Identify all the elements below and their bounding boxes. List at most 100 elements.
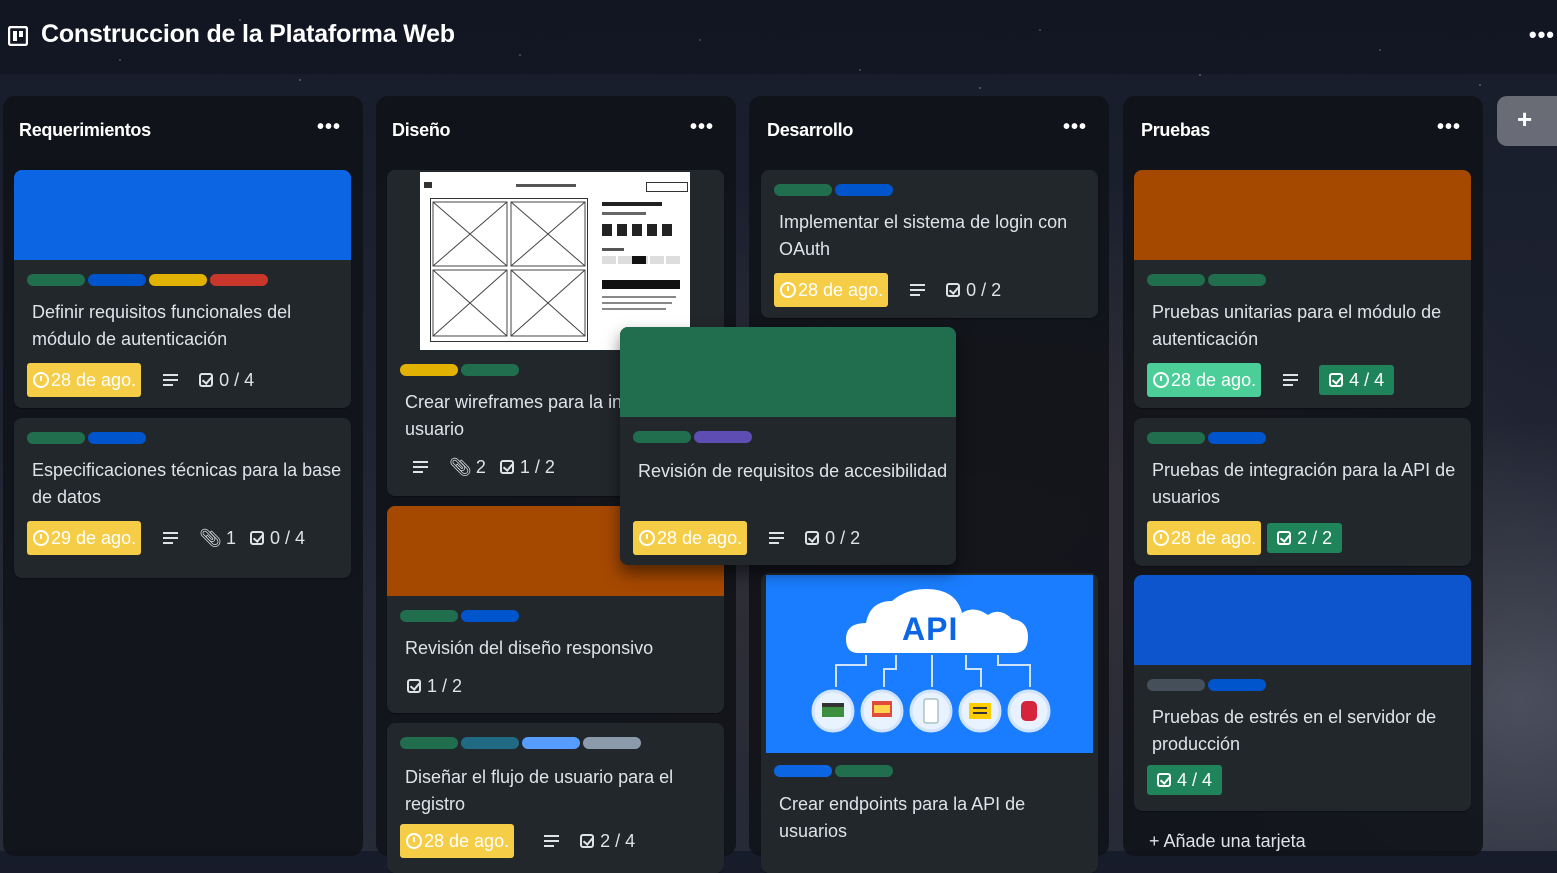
card[interactable]: Definir requisitos funcionales del módul…: [14, 170, 351, 408]
label-green[interactable]: [1147, 274, 1205, 286]
card[interactable]: Pruebas de integración para la API de us…: [1134, 418, 1471, 566]
add-list-button[interactable]: +: [1497, 96, 1557, 146]
card-title: Especificaciones técnicas para la base d…: [32, 460, 342, 507]
due-date-badge[interactable]: 29 de ago.: [27, 521, 142, 555]
card-labels: [633, 431, 755, 443]
label-green[interactable]: [27, 432, 85, 444]
due-date-badge[interactable]: 28 de ago.: [633, 521, 748, 555]
card-badges: 28 de ago. 2 / 4: [400, 824, 635, 858]
list-menu-button[interactable]: •••: [1063, 116, 1087, 139]
card-cover-api-image: API: [761, 573, 1098, 753]
checklist-icon: [1277, 531, 1292, 545]
label-blue[interactable]: [461, 610, 519, 622]
checklist-badge: 0 / 2: [805, 528, 860, 549]
label-blue[interactable]: [835, 184, 893, 196]
card-labels: [774, 765, 896, 777]
description-icon: [1283, 373, 1299, 387]
card-labels: [27, 432, 149, 444]
clock-icon: [780, 282, 796, 298]
label-sky[interactable]: [522, 737, 580, 749]
label-green[interactable]: [774, 184, 832, 196]
label-blue[interactable]: [774, 765, 832, 777]
card-badges: 28 de ago. 2 / 2: [1147, 521, 1343, 555]
label-green[interactable]: [400, 610, 458, 622]
label-blue[interactable]: [1208, 679, 1266, 691]
board-icon: [8, 26, 28, 46]
card-title: Revisión de requisitos de accesibilidad: [638, 461, 948, 481]
checklist-icon: [580, 834, 595, 848]
due-date-badge[interactable]: 28 de ago.: [1147, 521, 1262, 555]
card-cover: [1134, 170, 1471, 260]
add-card-button[interactable]: + Añade una tarjeta: [1149, 831, 1306, 852]
due-date-badge[interactable]: 28 de ago.: [1147, 363, 1262, 397]
card-title: Pruebas unitarias para el módulo de aute…: [1152, 302, 1442, 349]
description-icon: [163, 373, 179, 387]
card[interactable]: API Crear endpoints para la API de usuar…: [761, 573, 1098, 873]
card-cover: [1134, 575, 1471, 665]
due-date-badge[interactable]: 28 de ago.: [27, 363, 142, 397]
label-green[interactable]: [461, 364, 519, 376]
list-title[interactable]: Desarrollo: [767, 120, 853, 141]
list-title[interactable]: Diseño: [392, 120, 451, 141]
list-menu-button[interactable]: •••: [317, 116, 341, 139]
label-green[interactable]: [27, 274, 85, 286]
label-green[interactable]: [400, 737, 458, 749]
card-labels: [1147, 432, 1269, 444]
due-date-badge[interactable]: 28 de ago.: [400, 824, 515, 858]
card[interactable]: Pruebas unitarias para el módulo de aute…: [1134, 170, 1471, 408]
list-menu-button[interactable]: •••: [1437, 116, 1461, 139]
label-red[interactable]: [210, 274, 268, 286]
card-badges: 28 de ago. 4 / 4: [1147, 363, 1395, 397]
label-green[interactable]: [1208, 274, 1266, 286]
checklist-icon: [805, 531, 820, 545]
label-purple[interactable]: [694, 431, 752, 443]
due-date-badge[interactable]: 28 de ago.: [774, 273, 889, 307]
card-badges: 📎︎ 2 1 / 2: [400, 450, 555, 484]
attachment-badge: 📎︎ 2: [449, 456, 486, 477]
card-badges: 28 de ago. 0 / 4: [27, 363, 254, 397]
description-icon: [910, 283, 926, 297]
checklist-icon: [1329, 373, 1344, 387]
card[interactable]: Especificaciones técnicas para la base d…: [14, 418, 351, 578]
board-menu-button[interactable]: •••: [1529, 22, 1555, 48]
label-yellow[interactable]: [149, 274, 207, 286]
checklist-badge: 0 / 2: [946, 280, 1001, 301]
card[interactable]: Implementar el sistema de login con OAut…: [761, 170, 1098, 318]
label-teal[interactable]: [461, 737, 519, 749]
label-blue[interactable]: [88, 274, 146, 286]
card-title: Revisión del diseño responsivo: [405, 638, 654, 658]
list-pruebas: Pruebas ••• Pruebas unitarias para el mó…: [1123, 96, 1483, 856]
list-requerimientos: Requerimientos ••• Definir requisitos fu…: [3, 96, 363, 856]
description-icon: [413, 460, 429, 474]
label-blue[interactable]: [1208, 432, 1266, 444]
card-labels: [400, 364, 522, 376]
label-yellow[interactable]: [400, 364, 458, 376]
card-title: Implementar el sistema de login con OAut…: [779, 212, 1068, 259]
checklist-badge: 1 / 2: [499, 457, 555, 478]
checklist-badge: 2 / 4: [580, 831, 635, 852]
checklist-badge: 1 / 2: [407, 676, 462, 697]
list-title[interactable]: Pruebas: [1141, 120, 1210, 141]
checklist-icon: [407, 679, 421, 693]
card-badges: 4 / 4: [1147, 763, 1223, 797]
list-title[interactable]: Requerimientos: [19, 120, 151, 141]
card-title: Pruebas de estrés en el servidor de prod…: [1152, 707, 1437, 754]
card-labels: [27, 274, 271, 286]
card-labels: [400, 610, 522, 622]
description-icon: [544, 834, 560, 848]
description-icon: [769, 531, 785, 545]
label-gray[interactable]: [1147, 679, 1205, 691]
label-gray[interactable]: [583, 737, 641, 749]
board-title[interactable]: Construccion de la Plataforma Web: [41, 20, 455, 49]
list-menu-button[interactable]: •••: [690, 116, 714, 139]
label-blue[interactable]: [88, 432, 146, 444]
label-green[interactable]: [1147, 432, 1205, 444]
label-green[interactable]: [835, 765, 893, 777]
checklist-icon: [946, 283, 961, 297]
card-badges: 29 de ago. 📎︎ 1 0 / 4: [27, 521, 305, 555]
clock-icon: [639, 530, 655, 546]
dragging-card[interactable]: Revisión de requisitos de accesibilidad …: [620, 327, 956, 565]
paperclip-icon: 📎︎: [199, 527, 222, 548]
card[interactable]: Pruebas de estrés en el servidor de prod…: [1134, 575, 1471, 811]
label-green[interactable]: [633, 431, 691, 443]
